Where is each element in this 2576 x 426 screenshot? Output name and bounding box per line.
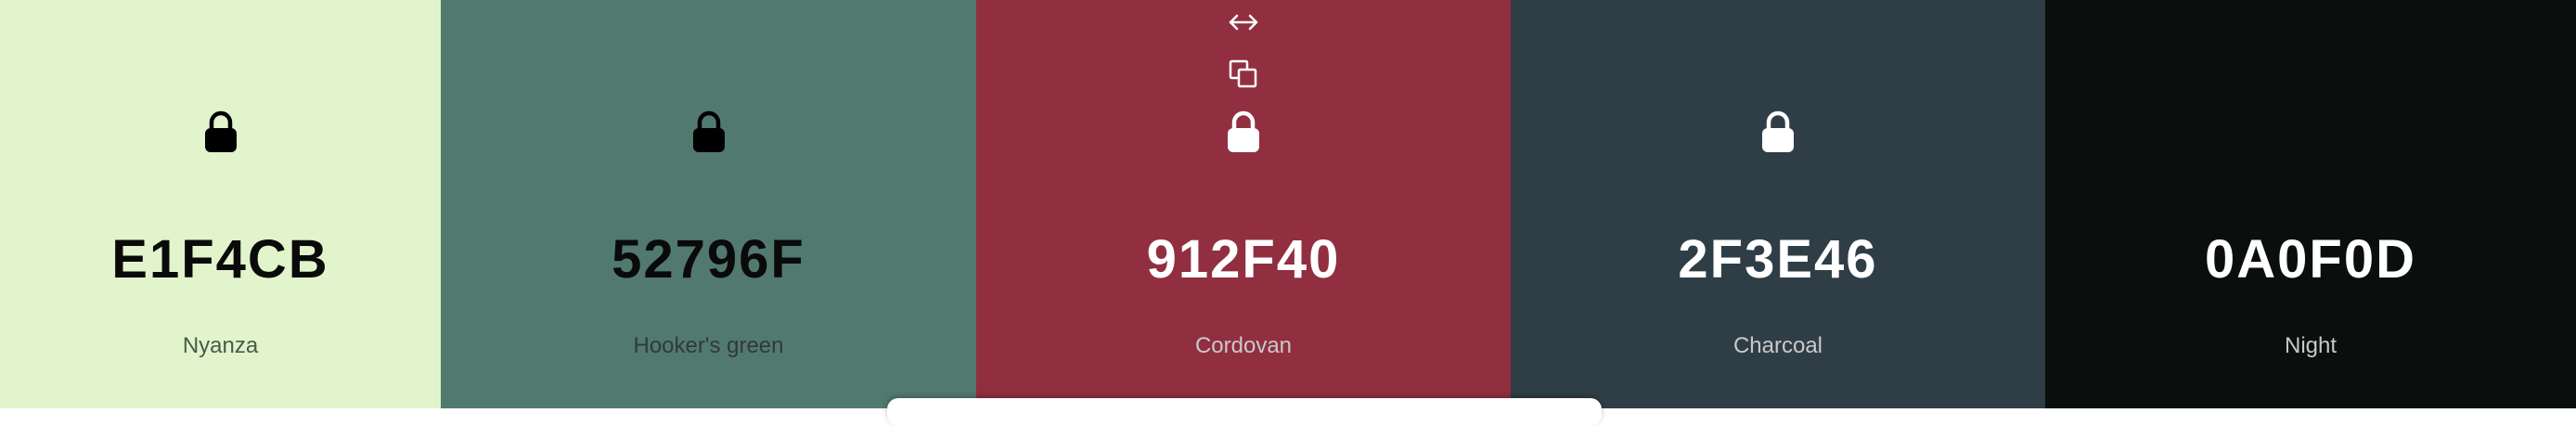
color-swatch-cordovan[interactable]: 912F40 Cordovan	[976, 0, 1511, 408]
color-hex-code[interactable]: 52796F	[441, 227, 976, 292]
color-hex-code[interactable]: 0A0F0D	[2045, 227, 2576, 292]
drag-horizontal-icon[interactable]	[1225, 6, 1262, 39]
color-hex-code[interactable]: 2F3E46	[1511, 227, 2045, 292]
color-swatch-hookers-green[interactable]: 52796F Hooker's green	[441, 0, 976, 408]
bottom-popup-panel[interactable]	[887, 398, 1602, 426]
copy-icon[interactable]	[1225, 58, 1262, 91]
color-palette: E1F4CB Nyanza 52796F Hooker's green 912F…	[0, 0, 2576, 408]
color-name: Nyanza	[182, 333, 259, 358]
color-swatch-nyanza[interactable]: E1F4CB Nyanza	[0, 0, 441, 408]
lock-icon[interactable]	[1225, 110, 1262, 154]
color-name: Cordovan	[1194, 333, 1293, 358]
lock-icon[interactable]	[202, 110, 239, 154]
color-swatch-charcoal[interactable]: 2F3E46 Charcoal	[1511, 0, 2045, 408]
lock-icon[interactable]	[690, 110, 728, 154]
color-hex-code[interactable]: 912F40	[976, 227, 1511, 292]
color-name: Charcoal	[1732, 333, 1823, 358]
color-hex-code[interactable]: E1F4CB	[0, 227, 441, 292]
color-name: Night	[2284, 333, 2338, 358]
lock-icon[interactable]	[1759, 110, 1797, 154]
color-swatch-night[interactable]: 0A0F0D Night	[2045, 0, 2576, 408]
color-name: Hooker's green	[633, 333, 784, 358]
